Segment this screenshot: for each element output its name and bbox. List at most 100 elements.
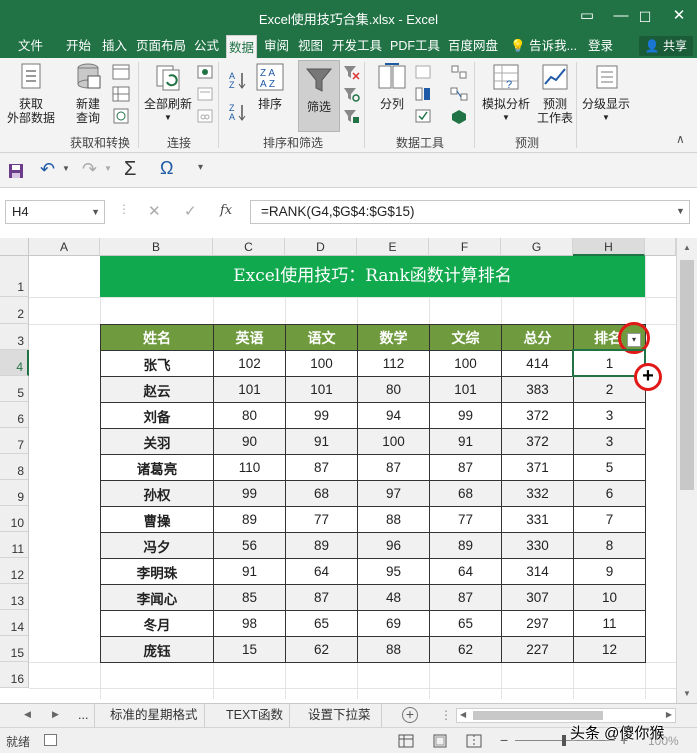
page-break-view-icon[interactable]: [466, 734, 482, 748]
flash-fill-icon[interactable]: [414, 64, 432, 80]
rank-cell[interactable]: 7: [573, 506, 646, 533]
score-cell[interactable]: 227: [501, 636, 574, 663]
score-cell[interactable]: 101: [213, 376, 286, 403]
column-header-d[interactable]: D: [285, 238, 357, 256]
tab-view[interactable]: 视图: [296, 34, 325, 58]
row-header-10[interactable]: 10: [0, 506, 29, 532]
row-header-2[interactable]: 2: [0, 297, 29, 324]
column-header-e[interactable]: E: [357, 238, 429, 256]
row-header-13[interactable]: 13: [0, 584, 29, 610]
insert-function-icon[interactable]: fx: [220, 203, 232, 218]
row-header-11[interactable]: 11: [0, 532, 29, 558]
score-cell[interactable]: 87: [285, 584, 358, 611]
score-cell[interactable]: 383: [501, 376, 574, 403]
rank-cell[interactable]: 12: [573, 636, 646, 663]
rank-cell[interactable]: 8: [573, 532, 646, 559]
tab-home[interactable]: 开始: [64, 34, 93, 58]
redo-icon[interactable]: ↷: [82, 159, 97, 180]
from-table-icon[interactable]: [112, 86, 130, 102]
row-header-1[interactable]: 1: [0, 256, 29, 297]
formula-bar-resize-icon[interactable]: ⋮: [118, 202, 130, 216]
sort-descending-icon[interactable]: ZA: [228, 102, 248, 122]
score-cell[interactable]: 110: [213, 454, 286, 481]
tab-page-layout[interactable]: 页面布局: [134, 34, 188, 58]
name-cell[interactable]: 诸葛亮: [100, 454, 214, 481]
new-query-button[interactable]: 新建 查询: [66, 62, 110, 125]
advanced-filter-icon[interactable]: [342, 108, 360, 124]
score-cell[interactable]: 64: [429, 558, 502, 585]
rank-cell[interactable]: 10: [573, 584, 646, 611]
score-cell[interactable]: 87: [285, 454, 358, 481]
expand-formula-bar-icon[interactable]: ▼: [676, 206, 685, 216]
rank-cell[interactable]: 3: [573, 402, 646, 429]
tab-insert[interactable]: 插入: [100, 34, 129, 58]
score-cell[interactable]: 87: [429, 454, 502, 481]
rank-cell[interactable]: 3: [573, 428, 646, 455]
name-cell[interactable]: 赵云: [100, 376, 214, 403]
score-cell[interactable]: 68: [285, 480, 358, 507]
score-cell[interactable]: 307: [501, 584, 574, 611]
cancel-icon[interactable]: ✕: [148, 202, 161, 220]
row-header-14[interactable]: 14: [0, 610, 29, 636]
name-cell[interactable]: 刘备: [100, 402, 214, 429]
score-cell[interactable]: 297: [501, 610, 574, 637]
rank-cell[interactable]: 9: [573, 558, 646, 585]
header-cell-liberal-arts[interactable]: 文综: [429, 324, 502, 351]
score-cell[interactable]: 89: [285, 532, 358, 559]
score-cell[interactable]: 91: [429, 428, 502, 455]
score-cell[interactable]: 85: [213, 584, 286, 611]
header-cell-math[interactable]: 数学: [357, 324, 430, 351]
name-cell[interactable]: 李闻心: [100, 584, 214, 611]
undo-dropdown-icon[interactable]: ▼: [62, 164, 70, 173]
properties-icon[interactable]: [196, 86, 214, 102]
rank-cell[interactable]: 11: [573, 610, 646, 637]
reapply-filter-icon[interactable]: [342, 86, 360, 102]
vertical-scrollbar[interactable]: ▲ ▼: [676, 238, 697, 703]
name-cell[interactable]: 冬月: [100, 610, 214, 637]
score-cell[interactable]: 101: [429, 376, 502, 403]
column-header-b[interactable]: B: [100, 238, 213, 256]
what-if-analysis-button[interactable]: ? 模拟分析 ▼: [478, 62, 534, 125]
save-icon[interactable]: [8, 163, 24, 179]
score-cell[interactable]: 101: [285, 376, 358, 403]
score-cell[interactable]: 68: [429, 480, 502, 507]
score-cell[interactable]: 99: [429, 402, 502, 429]
score-cell[interactable]: 88: [357, 636, 430, 663]
close-button[interactable]: ✕: [662, 4, 696, 28]
login-link[interactable]: 登录: [586, 34, 615, 58]
autosum-icon[interactable]: Σ: [124, 158, 136, 181]
score-cell[interactable]: 64: [285, 558, 358, 585]
score-cell[interactable]: 372: [501, 428, 574, 455]
header-cell-chinese[interactable]: 语文: [285, 324, 358, 351]
data-validation-icon[interactable]: [414, 108, 432, 124]
page-layout-view-icon[interactable]: [432, 734, 448, 748]
prev-sheet-icon[interactable]: ◀: [24, 709, 31, 720]
score-cell[interactable]: 98: [213, 610, 286, 637]
sheet-tab-more[interactable]: ...: [72, 704, 96, 727]
relationships-icon[interactable]: [450, 86, 468, 102]
name-cell[interactable]: 庞钰: [100, 636, 214, 663]
enter-icon[interactable]: ✓: [184, 202, 197, 220]
sheet-tab-dropdown-menu[interactable]: 设置下拉菜: [302, 704, 382, 727]
scroll-left-icon[interactable]: ◀: [460, 710, 466, 719]
score-cell[interactable]: 65: [285, 610, 358, 637]
tab-formulas[interactable]: 公式: [192, 34, 221, 58]
column-header-c[interactable]: C: [213, 238, 285, 256]
name-cell[interactable]: 张飞: [100, 350, 214, 377]
forecast-sheet-button[interactable]: 预测 工作表: [534, 62, 576, 125]
score-cell[interactable]: 87: [429, 584, 502, 611]
name-cell[interactable]: 关羽: [100, 428, 214, 455]
score-cell[interactable]: 100: [429, 350, 502, 377]
tab-file[interactable]: 文件: [16, 34, 45, 58]
sort-ascending-icon[interactable]: AZ: [228, 70, 248, 90]
tab-review[interactable]: 审阅: [262, 34, 291, 58]
row-header-3[interactable]: 3: [0, 324, 29, 350]
tell-me-box[interactable]: 💡 告诉我...: [508, 34, 579, 58]
score-cell[interactable]: 100: [357, 428, 430, 455]
sheet-tab-text-function[interactable]: TEXT函数: [220, 704, 290, 727]
add-sheet-icon[interactable]: +: [402, 707, 418, 723]
redo-dropdown-icon[interactable]: ▼: [104, 164, 112, 173]
refresh-all-button[interactable]: 全部刷新 ▼: [140, 62, 196, 125]
sheet-tab-weekday-format[interactable]: 标准的星期格式: [104, 704, 205, 727]
row-header-7[interactable]: 7: [0, 428, 29, 454]
